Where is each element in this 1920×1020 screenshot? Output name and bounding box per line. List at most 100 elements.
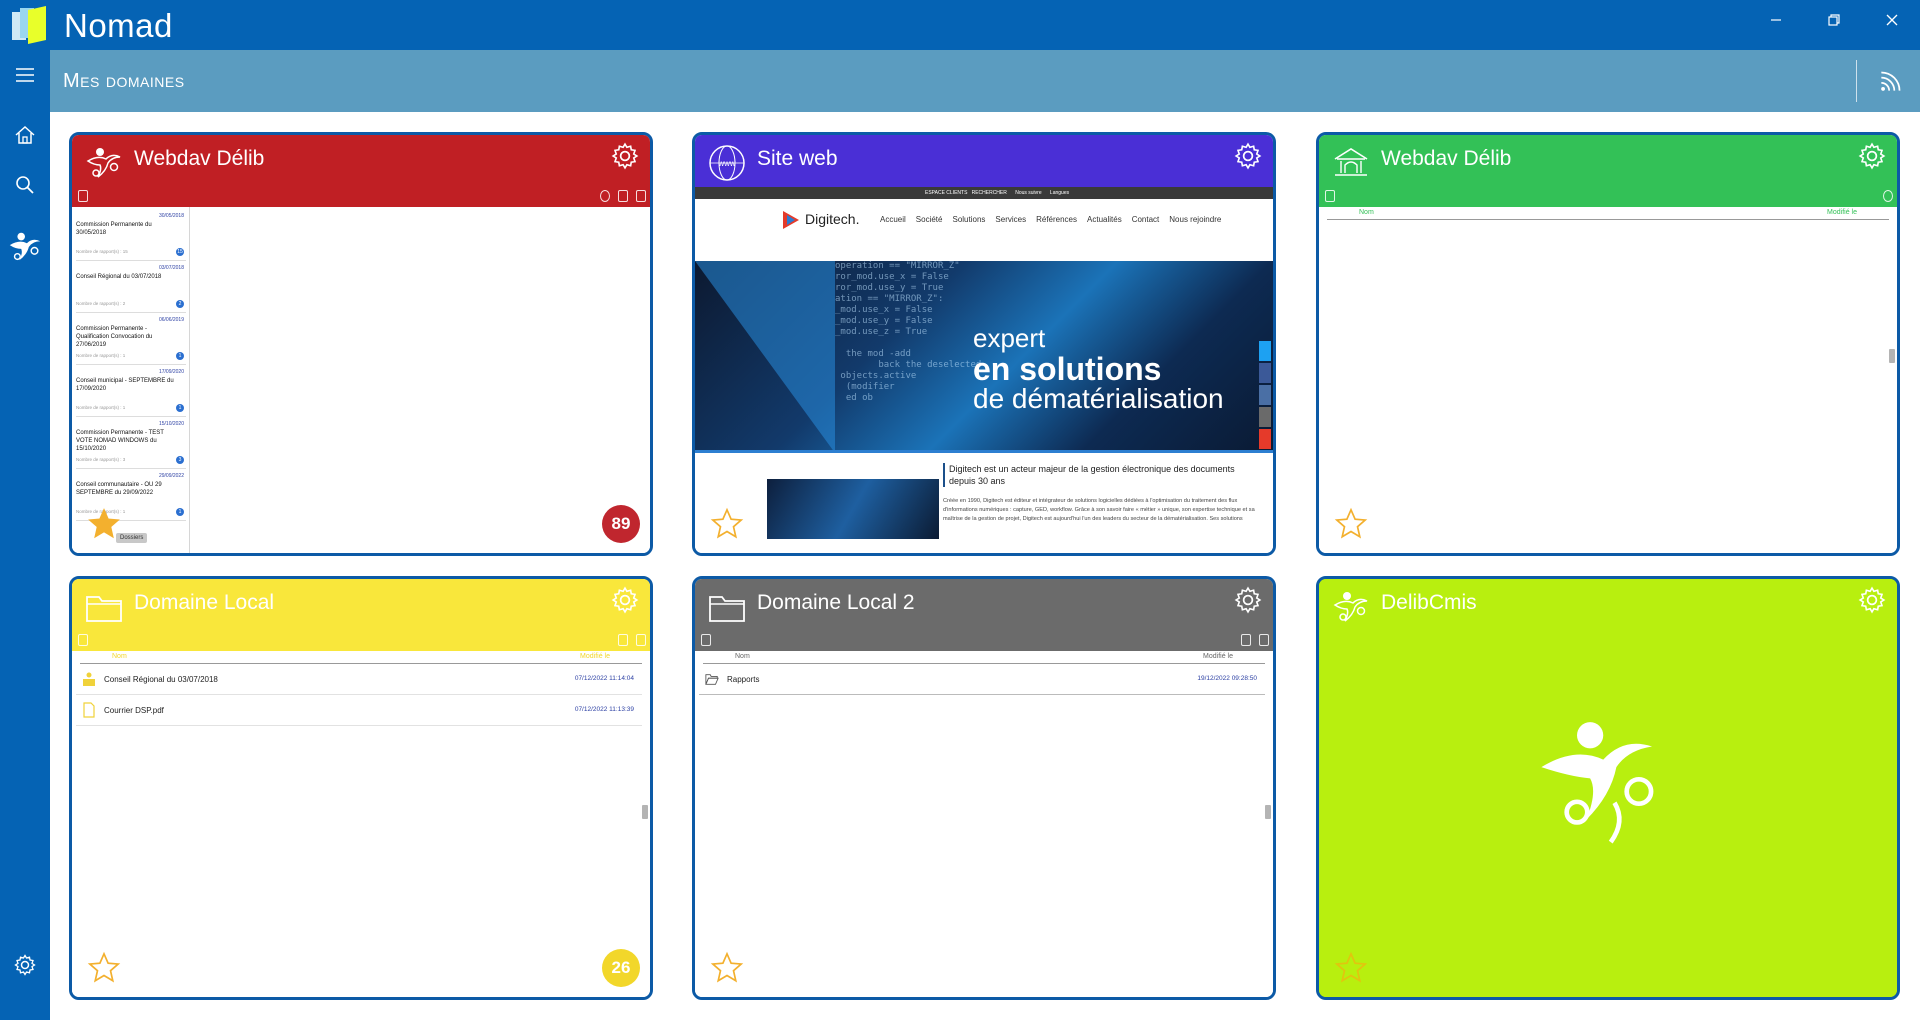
card-header: DelibCmis bbox=[1319, 579, 1897, 651]
favorite-star-icon[interactable] bbox=[710, 951, 744, 985]
document-icon bbox=[83, 702, 95, 718]
scrollbar-thumb[interactable] bbox=[1889, 349, 1895, 363]
card-settings-gear-icon[interactable] bbox=[1233, 585, 1263, 615]
session-title: Conseil Régional du 03/07/2018 bbox=[76, 274, 162, 280]
gear-icon bbox=[14, 954, 36, 976]
folder-icon bbox=[86, 596, 122, 622]
digitech-logo-icon bbox=[783, 211, 799, 229]
phone-icon bbox=[618, 634, 628, 646]
session-item[interactable]: 03/07/2018 Conseil Régional du 03/07/201… bbox=[76, 263, 186, 313]
website-menu-item: Solutions bbox=[952, 215, 986, 224]
print-icon bbox=[1259, 385, 1271, 405]
card-settings-gear-icon[interactable] bbox=[610, 141, 640, 171]
page-header: Mes domaines bbox=[50, 50, 1920, 112]
favorite-star-icon[interactable] bbox=[87, 951, 121, 985]
search-button[interactable] bbox=[0, 160, 50, 210]
website-paragraph: Créée en 1990, Digitech est éditeur et i… bbox=[943, 498, 1255, 522]
file-list-header: Nom Modifié le bbox=[695, 651, 1273, 663]
session-count-badge: 15 bbox=[176, 248, 184, 256]
favorite-star-icon[interactable] bbox=[1334, 507, 1368, 541]
close-button[interactable] bbox=[1864, 0, 1920, 40]
settings-button[interactable] bbox=[0, 940, 50, 990]
hero-bottom-edge bbox=[695, 450, 1273, 453]
card-preview bbox=[1319, 651, 1897, 997]
session-report-count-label: Nombre de rapport(s) : 3 bbox=[76, 457, 126, 462]
hero-blue-wedge bbox=[695, 261, 835, 453]
domain-card-delibcmis[interactable]: DelibCmis bbox=[1316, 576, 1900, 1000]
card-preview: 30/05/2018 Commission Permanente du 30/0… bbox=[72, 207, 650, 553]
favorite-star-icon[interactable] bbox=[710, 507, 744, 541]
document-count-badge: 89 bbox=[602, 505, 640, 543]
card-mini-toolbar bbox=[72, 187, 650, 207]
website-nav: Digitech. Accueil Société Solutions Serv… bbox=[695, 199, 1273, 261]
home-button[interactable] bbox=[0, 110, 50, 160]
domain-card-site-web[interactable]: www Site web ESPACE CLIENTS RECHERCHER N… bbox=[692, 132, 1276, 556]
session-title: Conseil municipal - SEPTEMBRE du 17/09/2… bbox=[76, 378, 174, 392]
twitter-icon bbox=[1259, 341, 1271, 361]
card-mini-toolbar bbox=[72, 631, 650, 651]
card-title: Webdav Délib bbox=[1381, 147, 1512, 170]
session-item[interactable]: 30/05/2018 Commission Permanente du 30/0… bbox=[76, 211, 186, 261]
website-menu-item: Nous rejoindre bbox=[1169, 215, 1222, 224]
restore-button[interactable] bbox=[1806, 0, 1862, 40]
social-share-bar bbox=[1259, 341, 1271, 449]
signal-icon bbox=[636, 190, 646, 202]
institution-building-icon bbox=[1334, 148, 1368, 176]
session-item[interactable]: 06/06/2019 Commission Permanente - Quali… bbox=[76, 315, 186, 365]
tablet-icon bbox=[78, 190, 88, 202]
website-menu-item: Contact bbox=[1131, 215, 1160, 224]
session-date: 15/10/2020 bbox=[158, 421, 184, 427]
sync-button[interactable] bbox=[1872, 64, 1908, 100]
website-intro-text: Digitech est un acteur majeur de la gest… bbox=[943, 463, 1263, 487]
scrollbar-thumb[interactable] bbox=[1265, 805, 1271, 819]
session-item[interactable]: 17/09/2020 Conseil municipal - SEPTEMBRE… bbox=[76, 367, 186, 417]
card-header: Webdav Délib bbox=[1319, 135, 1897, 207]
session-date: 17/09/2020 bbox=[158, 369, 184, 375]
domain-card-webdav-delib[interactable]: Webdav Délib 30/05/2018 Commission Perma… bbox=[69, 132, 653, 556]
domain-card-domaine-local[interactable]: Domaine Local Nom Modifié le Conseil Rég… bbox=[69, 576, 653, 1000]
list-view-icon bbox=[636, 634, 646, 646]
session-date: 03/07/2018 bbox=[158, 265, 184, 271]
file-row[interactable]: Rapports 19/12/2022 09:28:50 bbox=[699, 665, 1265, 695]
session-title: Commission Permanente - Qualification Co… bbox=[76, 326, 153, 348]
open-folder-icon bbox=[705, 674, 719, 685]
domain-card-webdav-delib-2[interactable]: Webdav Délib Nom Modifié le bbox=[1316, 132, 1900, 556]
card-settings-gear-icon[interactable] bbox=[1857, 141, 1887, 171]
file-list: Nom Modifié le bbox=[1319, 207, 1897, 553]
minimize-button[interactable] bbox=[1748, 0, 1804, 40]
card-settings-gear-icon[interactable] bbox=[610, 585, 640, 615]
card-title: Domaine Local 2 bbox=[757, 591, 915, 614]
file-name: Rapports bbox=[727, 675, 760, 684]
close-icon bbox=[1886, 14, 1898, 26]
card-settings-gear-icon[interactable] bbox=[1233, 141, 1263, 171]
www-globe-icon: www bbox=[709, 145, 745, 181]
card-settings-gear-icon[interactable] bbox=[1857, 585, 1887, 615]
favorite-star-icon[interactable] bbox=[87, 507, 121, 541]
header-divider bbox=[1327, 219, 1889, 220]
tablet-icon bbox=[78, 634, 88, 646]
menu-button[interactable] bbox=[0, 50, 50, 100]
session-report-count-label: Nombre de rapport(s) : 15 bbox=[76, 249, 128, 254]
header-divider bbox=[80, 663, 642, 664]
minimize-icon bbox=[1771, 19, 1781, 21]
website-hero-banner: operation == "MIRROR_Z" ror_mod.use_x = … bbox=[695, 261, 1273, 453]
file-name: Courrier DSP.pdf bbox=[104, 706, 164, 715]
column-modified-header: Modifié le bbox=[1827, 209, 1857, 216]
website-preview: ESPACE CLIENTS RECHERCHER Nous suivre La… bbox=[695, 187, 1273, 553]
delib-domain-button[interactable] bbox=[0, 215, 50, 279]
file-row[interactable]: Conseil Régional du 03/07/2018 07/12/202… bbox=[76, 665, 642, 695]
title-bar: Nomad bbox=[0, 0, 1920, 50]
session-count-badge: 2 bbox=[176, 300, 184, 308]
session-report-count-label: Nombre de rapport(s) : 1 bbox=[76, 405, 126, 410]
folder-icon bbox=[709, 596, 745, 622]
session-item[interactable]: 15/10/2020 Commission Permanente - TEST … bbox=[76, 419, 186, 469]
scrollbar-thumb[interactable] bbox=[642, 805, 648, 819]
favorite-star-icon[interactable] bbox=[1334, 951, 1368, 985]
column-name-header: Nom bbox=[735, 653, 750, 660]
file-modified-date: 07/12/2022 11:13:39 bbox=[574, 706, 634, 713]
session-report-count-label: Nombre de rapport(s) : 2 bbox=[76, 301, 126, 306]
session-date: 30/05/2018 bbox=[158, 213, 184, 219]
file-row[interactable]: Courrier DSP.pdf 07/12/2022 11:13:39 bbox=[76, 696, 642, 726]
plus-icon bbox=[1259, 429, 1271, 449]
domain-card-domaine-local-2[interactable]: Domaine Local 2 Nom Modifié le Rapports … bbox=[692, 576, 1276, 1000]
